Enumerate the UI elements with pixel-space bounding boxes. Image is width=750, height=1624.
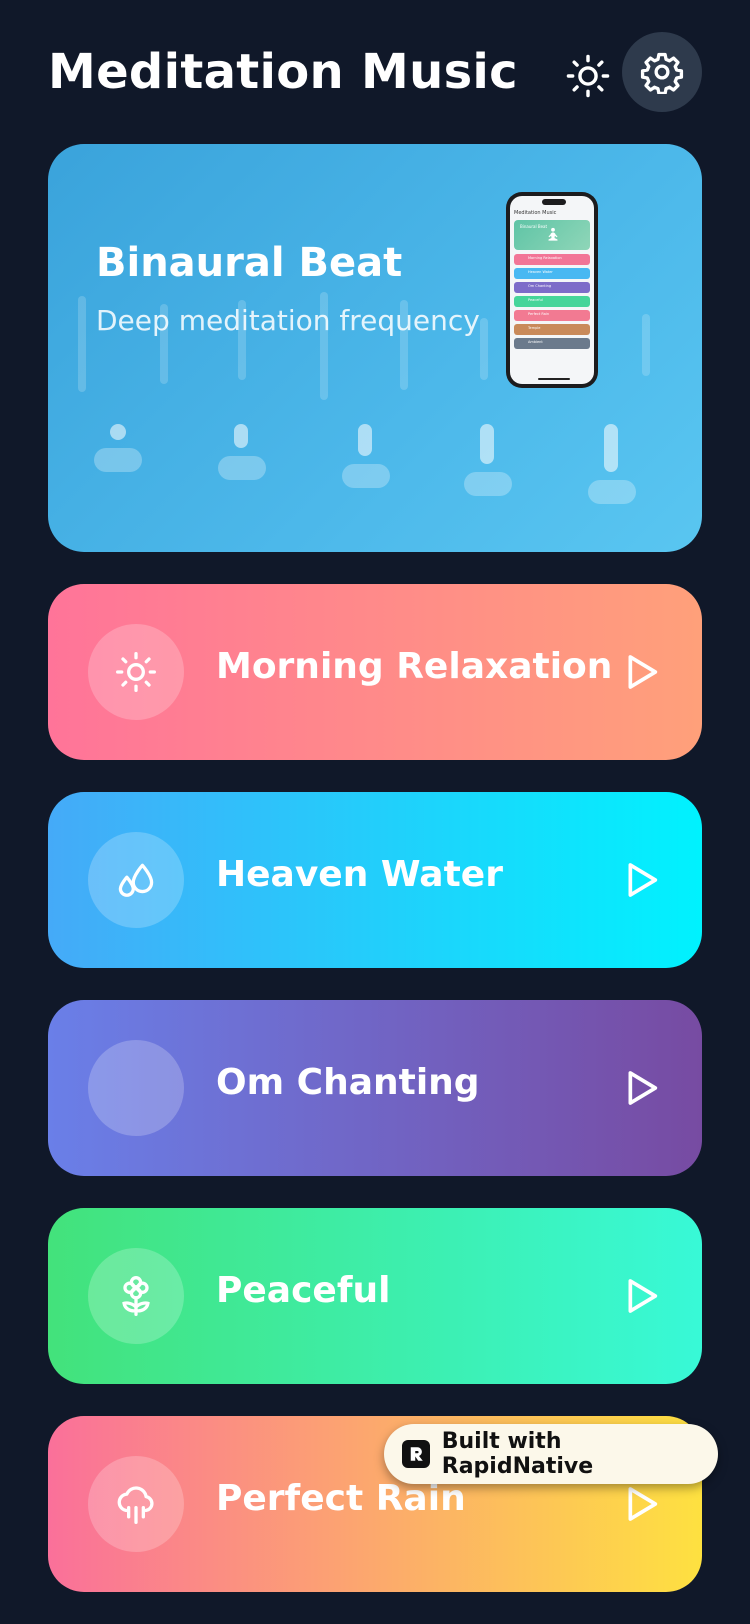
sun-icon: [566, 54, 610, 98]
preview-title: Meditation Music: [514, 210, 557, 216]
track-card-om-chanting[interactable]: Om Chanting: [48, 1000, 702, 1176]
hero-subtitle: Deep meditation frequency: [96, 304, 480, 337]
decorative-bar: [480, 318, 488, 380]
frequency-indicator: [480, 424, 494, 464]
track-title: Peaceful: [216, 1270, 391, 1311]
track-icon-circle: [88, 1040, 184, 1136]
play-icon[interactable]: [622, 1484, 662, 1524]
cloud-rain-icon: [117, 1486, 154, 1524]
preview-row: Peaceful: [514, 296, 590, 307]
preview-row: Heaven Water: [514, 268, 590, 279]
track-icon-circle: [88, 1248, 184, 1344]
hero-title: Binaural Beat: [96, 240, 403, 286]
frequency-indicator-base: [342, 464, 390, 488]
track-card-peaceful[interactable]: Peaceful: [48, 1208, 702, 1384]
sun-icon: [116, 652, 156, 692]
app-preview-phone: Meditation Music Binaural Beat Morning R…: [506, 192, 598, 388]
theme-toggle-button[interactable]: [548, 36, 628, 116]
frequency-indicator: [234, 424, 248, 448]
preview-hero: Binaural Beat: [514, 220, 590, 250]
featured-binaural-beat-card[interactable]: Binaural Beat Deep meditation frequency …: [48, 144, 702, 552]
play-icon[interactable]: [622, 652, 662, 692]
play-icon[interactable]: [622, 860, 662, 900]
preview-row: Morning Relaxation: [514, 254, 590, 265]
preview-row: Ambient: [514, 338, 590, 349]
preview-row: Om Chanting: [514, 282, 590, 293]
meditation-figure-icon: [548, 227, 558, 241]
track-icon-circle: [88, 624, 184, 720]
preview-row: Perfect Rain: [514, 310, 590, 321]
frequency-indicator-base: [94, 448, 142, 472]
badge-text: Built with RapidNative: [441, 1429, 594, 1479]
track-title: Om Chanting: [216, 1062, 480, 1103]
frequency-indicator-base: [218, 456, 266, 480]
settings-button[interactable]: [622, 32, 702, 112]
rapidnative-logo-icon: [402, 1440, 430, 1468]
decorative-bar: [642, 314, 650, 376]
track-title: Morning Relaxation: [216, 646, 613, 687]
frequency-indicator: [604, 424, 618, 472]
track-icon-circle: [88, 832, 184, 928]
frequency-indicator-base: [464, 472, 512, 496]
gear-icon: [640, 52, 684, 94]
track-title: Heaven Water: [216, 854, 503, 895]
track-card-morning-relaxation[interactable]: Morning Relaxation: [48, 584, 702, 760]
flower-icon: [122, 1276, 150, 1316]
play-icon[interactable]: [622, 1068, 662, 1108]
frequency-indicator-base: [588, 480, 636, 504]
frequency-indicator: [110, 424, 126, 440]
built-with-rapidnative-badge[interactable]: Built with RapidNative: [384, 1424, 718, 1484]
play-icon[interactable]: [622, 1276, 662, 1316]
header: Meditation Music: [48, 32, 702, 126]
decorative-bar: [78, 296, 86, 392]
track-title: Perfect Rain: [216, 1478, 466, 1519]
phone-notch: [542, 199, 566, 205]
track-card-heaven-water[interactable]: Heaven Water: [48, 792, 702, 968]
water-drops-icon: [118, 863, 154, 897]
phone-home-indicator: [538, 378, 570, 380]
track-icon-circle: [88, 1456, 184, 1552]
app-preview-screen: Meditation Music Binaural Beat Morning R…: [510, 196, 594, 384]
page-title: Meditation Music: [48, 44, 518, 100]
preview-row: Temple: [514, 324, 590, 335]
frequency-indicator: [358, 424, 372, 456]
